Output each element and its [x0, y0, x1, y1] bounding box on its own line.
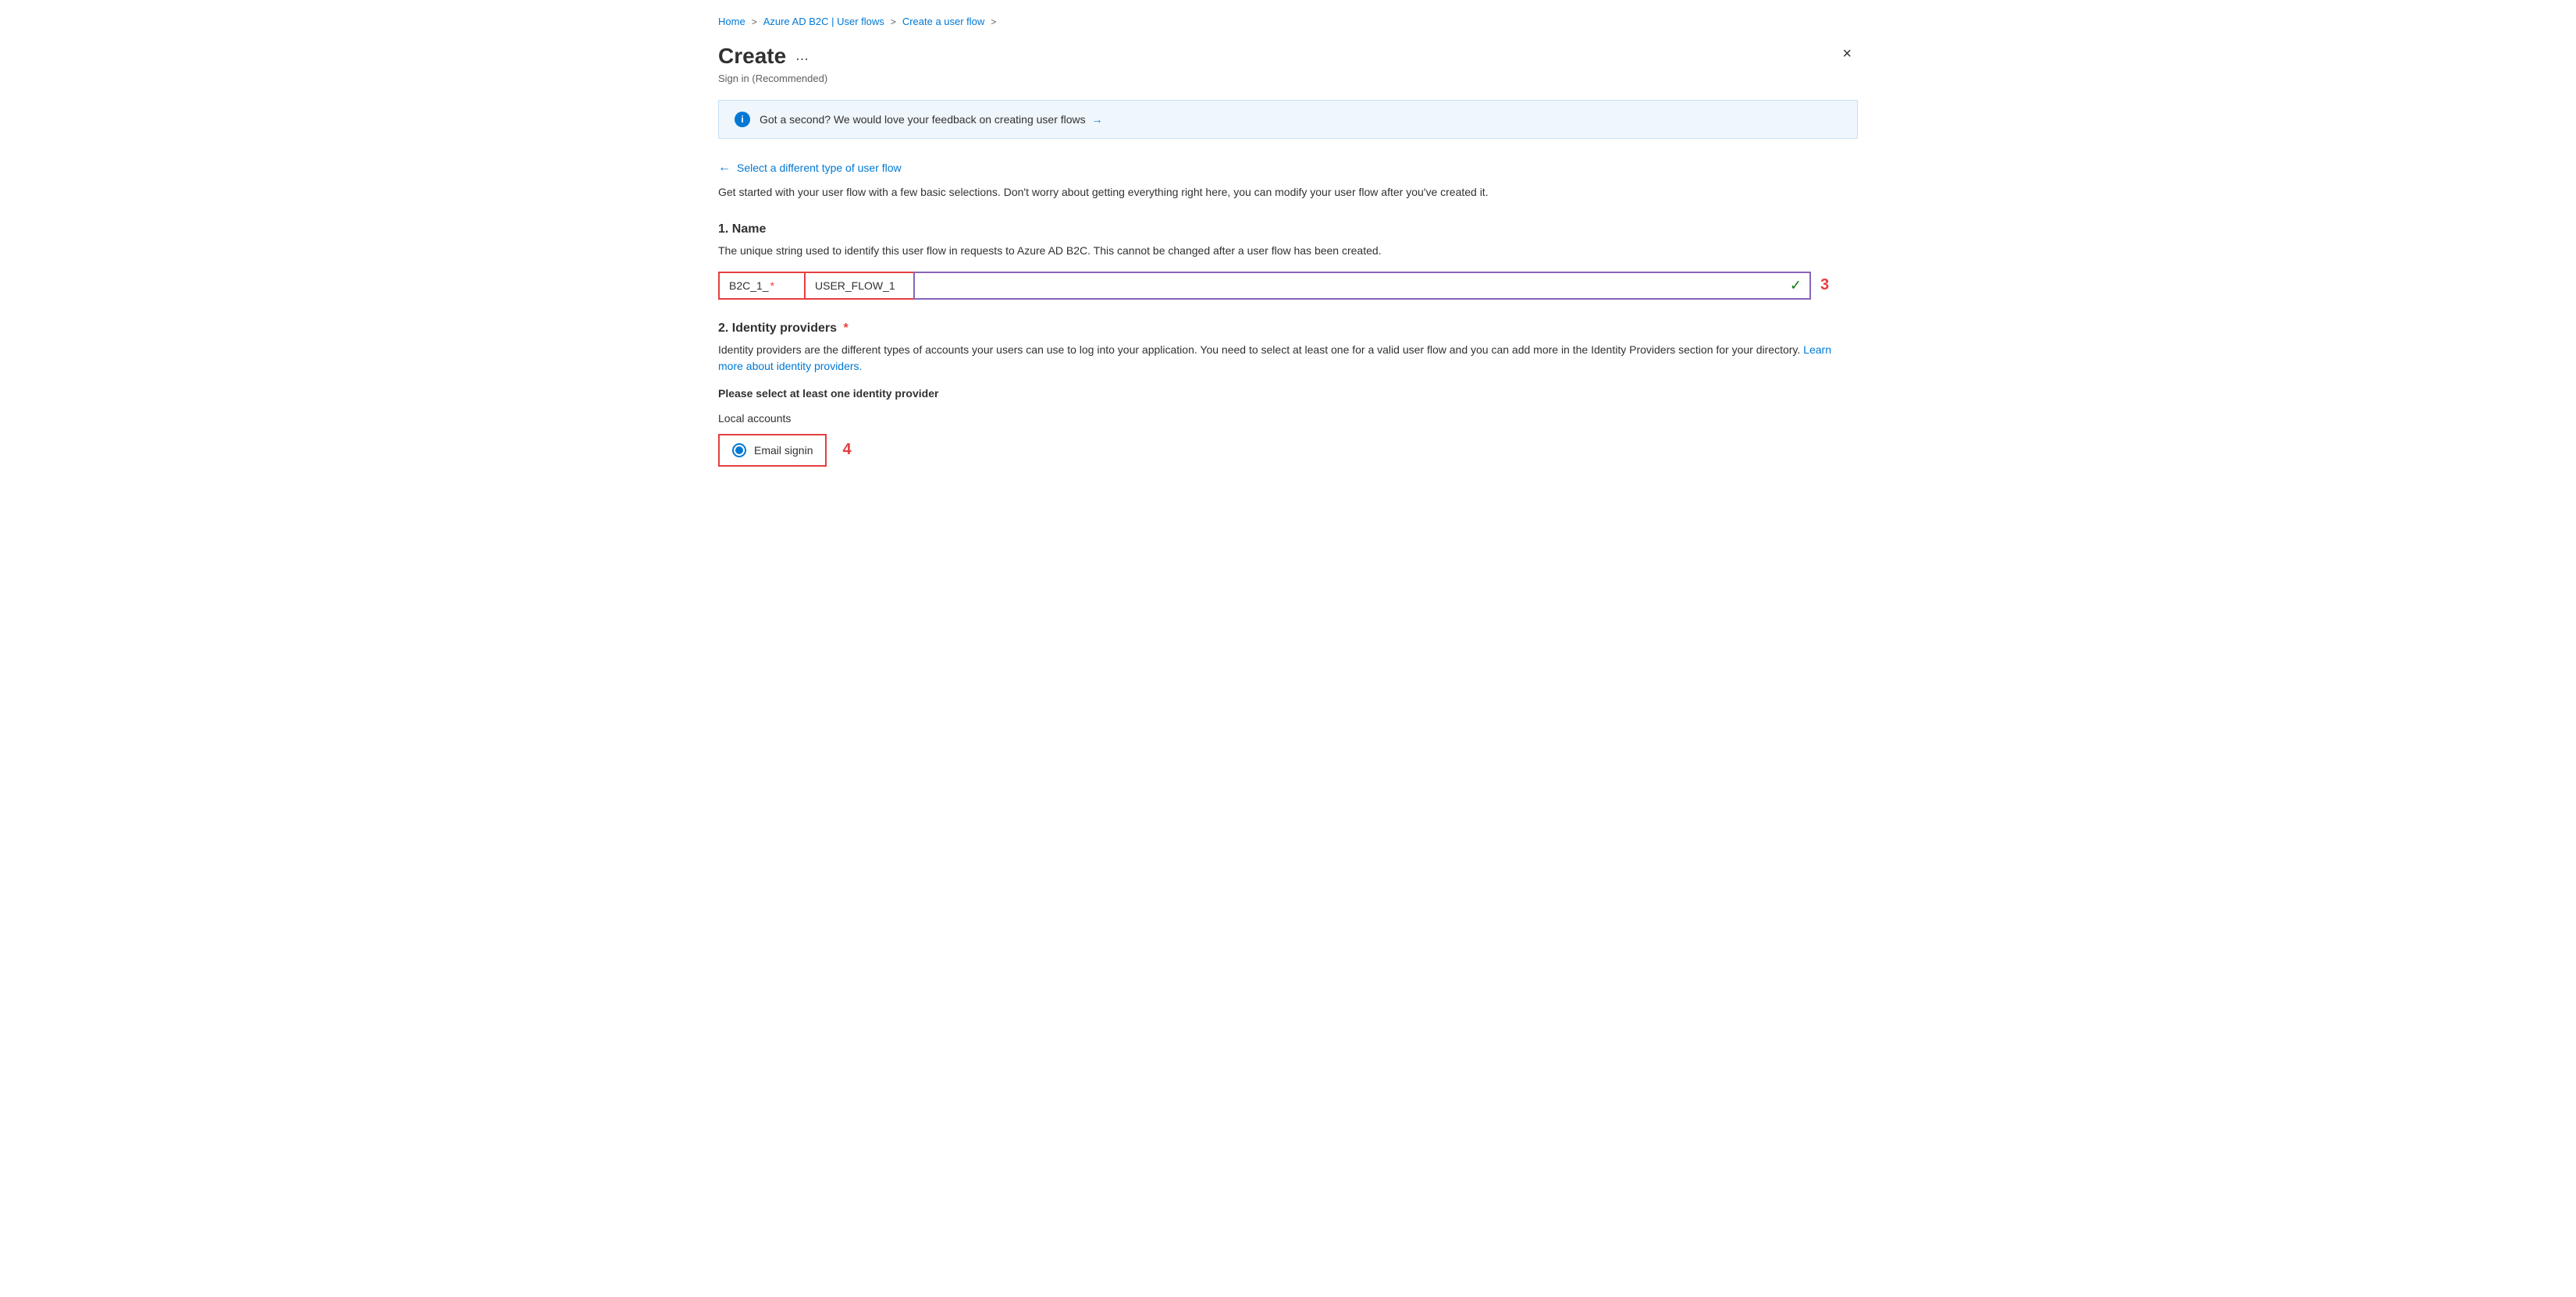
select-type-label: Select a different type of user flow	[737, 162, 902, 174]
back-arrow-icon: ←	[718, 161, 731, 175]
section-identity-title-text: 2. Identity providers	[718, 322, 837, 335]
page-header: Create ... ×	[718, 43, 1858, 69]
breadcrumb-sep-1: >	[752, 16, 757, 27]
breadcrumb-user-flows[interactable]: Azure AD B2C | User flows	[763, 16, 884, 27]
name-input-group: B2C_1_ * USER_FLOW_1 ✓	[718, 272, 1811, 300]
section-identity-description: Identity providers are the different typ…	[718, 342, 1858, 375]
info-banner-text: Got a second? We would love your feedbac…	[760, 113, 1086, 126]
radio-circle	[732, 443, 746, 457]
email-signin-option[interactable]: Email signin	[718, 434, 827, 467]
info-icon: i	[735, 112, 750, 127]
annotation-4: 4	[842, 441, 851, 459]
radio-option-wrapper: Email signin 4	[718, 434, 1858, 467]
name-input-row: B2C_1_ * USER_FLOW_1 ✓ 3	[718, 272, 1858, 300]
ellipsis-menu[interactable]: ...	[795, 47, 809, 65]
section-name: 1. Name The unique string used to identi…	[718, 222, 1858, 300]
description-text: Get started with your user flow with a f…	[718, 184, 1858, 201]
page-title: Create	[718, 43, 786, 69]
page-header-left: Create ...	[718, 43, 809, 69]
prefix-label: B2C_1_	[729, 279, 769, 292]
section-identity: 2. Identity providers * Identity provide…	[718, 322, 1858, 467]
annotation-3: 3	[1820, 276, 1829, 294]
section-name-description: The unique string used to identify this …	[718, 243, 1858, 259]
email-signin-label: Email signin	[754, 444, 813, 457]
breadcrumb: Home > Azure AD B2C | User flows > Creat…	[718, 16, 1858, 27]
select-type-link[interactable]: ← Select a different type of user flow	[718, 161, 1858, 175]
name-input-field[interactable]	[913, 272, 1811, 300]
breadcrumb-create-user-flow: Create a user flow	[902, 16, 985, 27]
section-name-title: 1. Name	[718, 222, 1858, 236]
page-container: Home > Azure AD B2C | User flows > Creat…	[687, 0, 1889, 504]
close-button[interactable]: ×	[1836, 43, 1858, 65]
page-subtitle: Sign in (Recommended)	[718, 73, 1858, 84]
check-icon: ✓	[1790, 277, 1802, 293]
please-select-text: Please select at least one identity prov…	[718, 387, 1858, 400]
info-banner-link[interactable]: →	[1092, 113, 1103, 126]
name-input-display: USER_FLOW_1	[815, 279, 895, 292]
info-banner: i Got a second? We would love your feedb…	[718, 100, 1858, 139]
breadcrumb-home[interactable]: Home	[718, 16, 745, 27]
name-input-inner-box: USER_FLOW_1	[804, 272, 913, 300]
breadcrumb-sep-3: >	[991, 16, 996, 27]
section-identity-title: 2. Identity providers *	[718, 322, 1858, 336]
local-accounts-label: Local accounts	[718, 412, 1858, 425]
identity-required-star: *	[844, 322, 849, 335]
prefix-box: B2C_1_ *	[718, 272, 804, 300]
radio-circle-inner	[735, 446, 743, 454]
identity-description-text: Identity providers are the different typ…	[718, 343, 1800, 356]
info-banner-content: Got a second? We would love your feedbac…	[760, 113, 1103, 126]
prefix-required: *	[770, 279, 774, 292]
breadcrumb-sep-2: >	[891, 16, 896, 27]
